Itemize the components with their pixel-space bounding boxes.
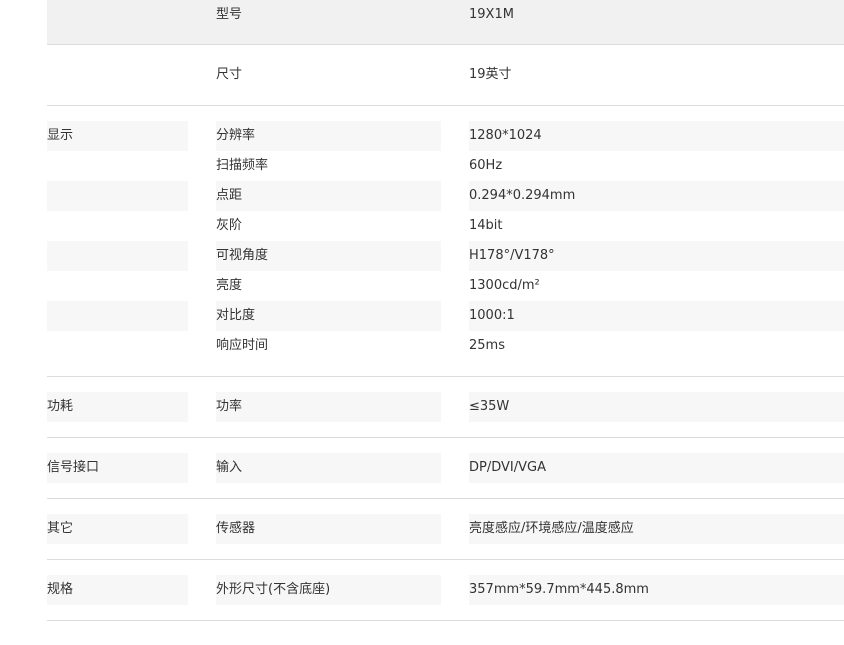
spec-group-dimensions: 规格 外形尺寸(不含底座) 357mm*59.7mm*445.8mm xyxy=(47,560,844,621)
spec-name: 分辨率 xyxy=(188,121,441,151)
spec-name: 尺寸 xyxy=(216,67,243,82)
spec-name: 点距 xyxy=(188,181,441,211)
spec-name: 扫描频率 xyxy=(216,158,269,173)
table-row: 扫描频率 60Hz xyxy=(47,151,844,181)
table-row: 亮度 1300cd/m² xyxy=(47,271,844,301)
spec-name: 型号 xyxy=(216,7,243,22)
spec-category: 信号接口 xyxy=(47,453,188,483)
spec-name: 外形尺寸(不含底座) xyxy=(188,575,441,605)
spec-value: 亮度感应/环境感应/温度感应 xyxy=(441,514,844,544)
spec-group-interface: 信号接口 输入 DP/DVI/VGA xyxy=(47,438,844,499)
spec-name: 对比度 xyxy=(188,301,441,331)
spec-name: 可视角度 xyxy=(188,241,441,271)
table-row: 功耗 功率 ≤35W xyxy=(47,392,844,422)
table-row: 显示 分辨率 1280*1024 xyxy=(47,121,844,151)
spec-value: 19英寸 xyxy=(469,67,512,82)
spec-value: 60Hz xyxy=(469,158,503,173)
spec-value: DP/DVI/VGA xyxy=(441,453,844,483)
spec-name: 响应时间 xyxy=(216,338,269,353)
table-row: 规格 外形尺寸(不含底座) 357mm*59.7mm*445.8mm xyxy=(47,575,844,605)
spec-value: 25ms xyxy=(469,338,505,353)
spec-category-blank xyxy=(47,301,188,331)
spec-name: 灰阶 xyxy=(216,218,243,233)
spec-category-blank xyxy=(47,241,188,271)
table-row: 灰阶 14bit xyxy=(47,211,844,241)
spec-group-display: 显示 分辨率 1280*1024 扫描频率 60Hz 点距 0.294*0.29… xyxy=(47,106,844,377)
spec-category: 显示 xyxy=(47,121,188,151)
spec-category: 其它 xyxy=(47,514,188,544)
table-row: 其它 传感器 亮度感应/环境感应/温度感应 xyxy=(47,514,844,544)
spec-name: 输入 xyxy=(188,453,441,483)
table-row: 点距 0.294*0.294mm xyxy=(47,181,844,211)
spec-table: 型号 19X1M 尺寸 19英寸 显示 分辨率 1280*1024 扫描频率 6… xyxy=(47,0,844,621)
table-row: 型号 19X1M xyxy=(47,0,844,29)
spec-value: 0.294*0.294mm xyxy=(441,181,844,211)
spec-group-model: 型号 19X1M xyxy=(47,0,844,45)
spec-category-blank xyxy=(47,181,188,211)
table-row: 信号接口 输入 DP/DVI/VGA xyxy=(47,453,844,483)
spec-value: 1000:1 xyxy=(441,301,844,331)
spec-name: 功率 xyxy=(188,392,441,422)
table-row: 可视角度 H178°/V178° xyxy=(47,241,844,271)
spec-category: 规格 xyxy=(47,575,188,605)
spec-value: 357mm*59.7mm*445.8mm xyxy=(441,575,844,605)
spec-value: H178°/V178° xyxy=(441,241,844,271)
table-row: 对比度 1000:1 xyxy=(47,301,844,331)
spec-value: 14bit xyxy=(469,218,503,233)
table-row: 响应时间 25ms xyxy=(47,331,844,361)
spec-value: 1300cd/m² xyxy=(469,278,540,293)
spec-category xyxy=(47,0,188,29)
spec-value: 19X1M xyxy=(469,7,514,22)
spec-group-other: 其它 传感器 亮度感应/环境感应/温度感应 xyxy=(47,499,844,560)
spec-value: 1280*1024 xyxy=(441,121,844,151)
spec-group-size: 尺寸 19英寸 xyxy=(47,45,844,106)
spec-name: 亮度 xyxy=(216,278,243,293)
spec-category xyxy=(47,60,188,90)
table-row: 尺寸 19英寸 xyxy=(47,60,844,90)
spec-value: ≤35W xyxy=(441,392,844,422)
spec-category: 功耗 xyxy=(47,392,188,422)
spec-name: 传感器 xyxy=(188,514,441,544)
spec-group-power: 功耗 功率 ≤35W xyxy=(47,377,844,438)
